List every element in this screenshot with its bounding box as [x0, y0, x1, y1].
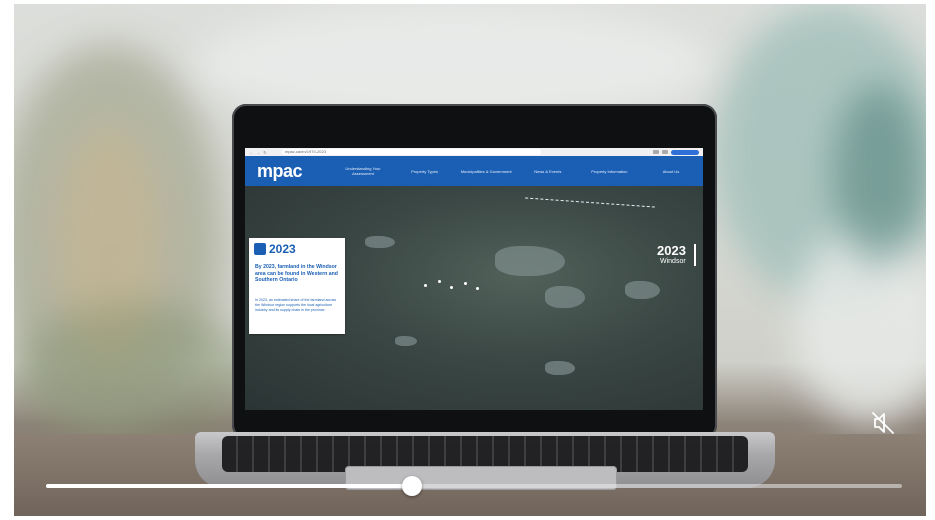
- video-progress-fill: [46, 484, 412, 488]
- route-dashes: [525, 197, 655, 208]
- browser-toolbar: ← → ↻ mpac.ca/en/1970-2023: [245, 148, 703, 156]
- timeline-card-headline: By 2023, farmland in the Windsor area ca…: [255, 264, 338, 283]
- site-nav: Understanding Your Assessment Property T…: [337, 156, 697, 186]
- aerial-map: 2023 By 2023, farmland in the Windsor ar…: [245, 186, 703, 410]
- speaker-muted-icon: [872, 412, 894, 434]
- timeline-card-year: 2023: [269, 242, 296, 256]
- timeline-card: 2023 By 2023, farmland in the Windsor ar…: [249, 238, 345, 334]
- nav-item-news: News & Events: [534, 168, 562, 174]
- video-seek-thumb[interactable]: [402, 476, 422, 496]
- laptop-screen: ← → ↻ mpac.ca/en/1970-2023 mpac Understa…: [245, 148, 703, 410]
- map-city-label: Windsor: [660, 258, 686, 265]
- video-seek-bar[interactable]: [46, 476, 902, 496]
- video-player[interactable]: ← → ↻ mpac.ca/en/1970-2023 mpac Understa…: [0, 0, 935, 520]
- browser-actions: [639, 149, 699, 155]
- mute-button[interactable]: [868, 408, 898, 438]
- map-label-bar: [694, 244, 696, 266]
- mpac-logo: mpac: [257, 161, 303, 181]
- nav-item-about: About Us: [662, 168, 680, 174]
- browser-url-bar: mpac.ca/en/1970-2023: [281, 149, 541, 155]
- site-header: mpac Understanding Your Assessment Prope…: [245, 156, 703, 186]
- nav-item-property-types: Property Types: [411, 168, 438, 174]
- map-markers: [420, 278, 490, 296]
- browser-nav-icons: ← → ↻: [249, 150, 268, 155]
- nav-item-property-info: Property Information: [591, 168, 628, 174]
- nav-item-municipalities: Municipalities & Government: [460, 168, 512, 174]
- nav-item-understanding: Understanding Your Assessment: [345, 166, 381, 176]
- ontario-seal-icon: [254, 243, 266, 255]
- map-year-label: 2023: [657, 243, 686, 258]
- timeline-card-body: In 2023, an estimated share of the farml…: [255, 298, 337, 312]
